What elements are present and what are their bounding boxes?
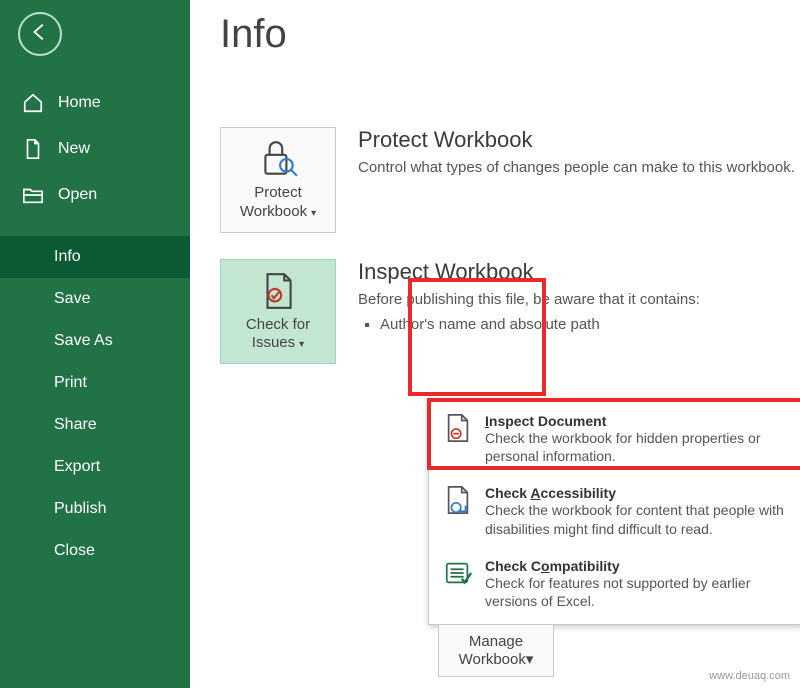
nav-label: Close [54,542,95,560]
nav-export[interactable]: Export [0,446,190,488]
nav-home[interactable]: Home [0,80,190,126]
accessibility-icon [443,485,473,515]
section-heading: Protect Workbook [358,127,795,153]
highlight-box [427,398,800,470]
btn-label-line: Workbook [459,651,526,668]
btn-label-line: Check for [246,316,310,333]
nav-info[interactable]: Info [0,236,190,278]
nav-save-as[interactable]: Save As [0,320,190,362]
protect-workbook-button[interactable]: Protect Workbook ▾ [220,127,336,233]
menu-title: Check Compatibility [485,558,789,574]
back-button[interactable] [18,12,62,56]
section-desc: Control what types of changes people can… [358,159,795,176]
open-folder-icon [22,184,44,206]
watermark: www.deuaq.com [709,670,790,682]
compatibility-icon [443,558,473,588]
nav-label: Print [54,374,87,392]
nav-new[interactable]: New [0,126,190,172]
nav-label: Open [58,186,97,204]
nav-publish[interactable]: Publish [0,488,190,530]
main-pane: Info Protect Workbook ▾ Protect [190,0,800,688]
highlight-box [408,278,546,396]
check-for-issues-button[interactable]: Check for Issues ▾ [220,259,336,365]
menu-check-accessibility[interactable]: Check Accessibility Check the workbook f… [429,475,800,547]
page-title: Info [220,12,800,57]
back-arrow-icon [29,21,51,48]
new-file-icon [22,138,44,160]
lock-key-icon [257,140,299,178]
nav-label: Home [58,94,101,112]
btn-label-line: Issues [252,334,295,351]
chevron-down-icon: ▾ [311,208,316,219]
chevron-down-icon: ▾ [526,651,534,668]
btn-label-line: Protect [254,184,302,201]
nav-print[interactable]: Print [0,362,190,404]
nav-label: New [58,140,90,158]
nav-label: Export [54,458,100,476]
home-icon [22,92,44,114]
nav-label: Save [54,290,90,308]
menu-check-compatibility[interactable]: Check Compatibility Check for features n… [429,548,800,620]
nav-save[interactable]: Save [0,278,190,320]
document-check-icon [257,272,299,310]
nav-label: Share [54,416,97,434]
nav-label: Info [54,248,81,266]
btn-label-line: Manage [469,633,523,650]
menu-desc: Check for features not supported by earl… [485,574,789,610]
chevron-down-icon: ▾ [299,339,304,350]
manage-workbook-button[interactable]: Manage Workbook▾ [438,624,554,677]
nav-share[interactable]: Share [0,404,190,446]
nav-open[interactable]: Open [0,172,190,218]
protect-workbook-section: Protect Workbook ▾ Protect Workbook Contr… [220,127,800,233]
nav-close[interactable]: Close [0,530,190,572]
btn-label-line: Workbook [240,203,307,220]
menu-desc: Check the workbook for content that peop… [485,501,789,537]
nav-label: Save As [54,332,113,350]
backstage-sidebar: Home New Open Info Save Save As Print [0,0,190,688]
menu-title: Check Accessibility [485,485,789,501]
nav-label: Publish [54,500,106,518]
